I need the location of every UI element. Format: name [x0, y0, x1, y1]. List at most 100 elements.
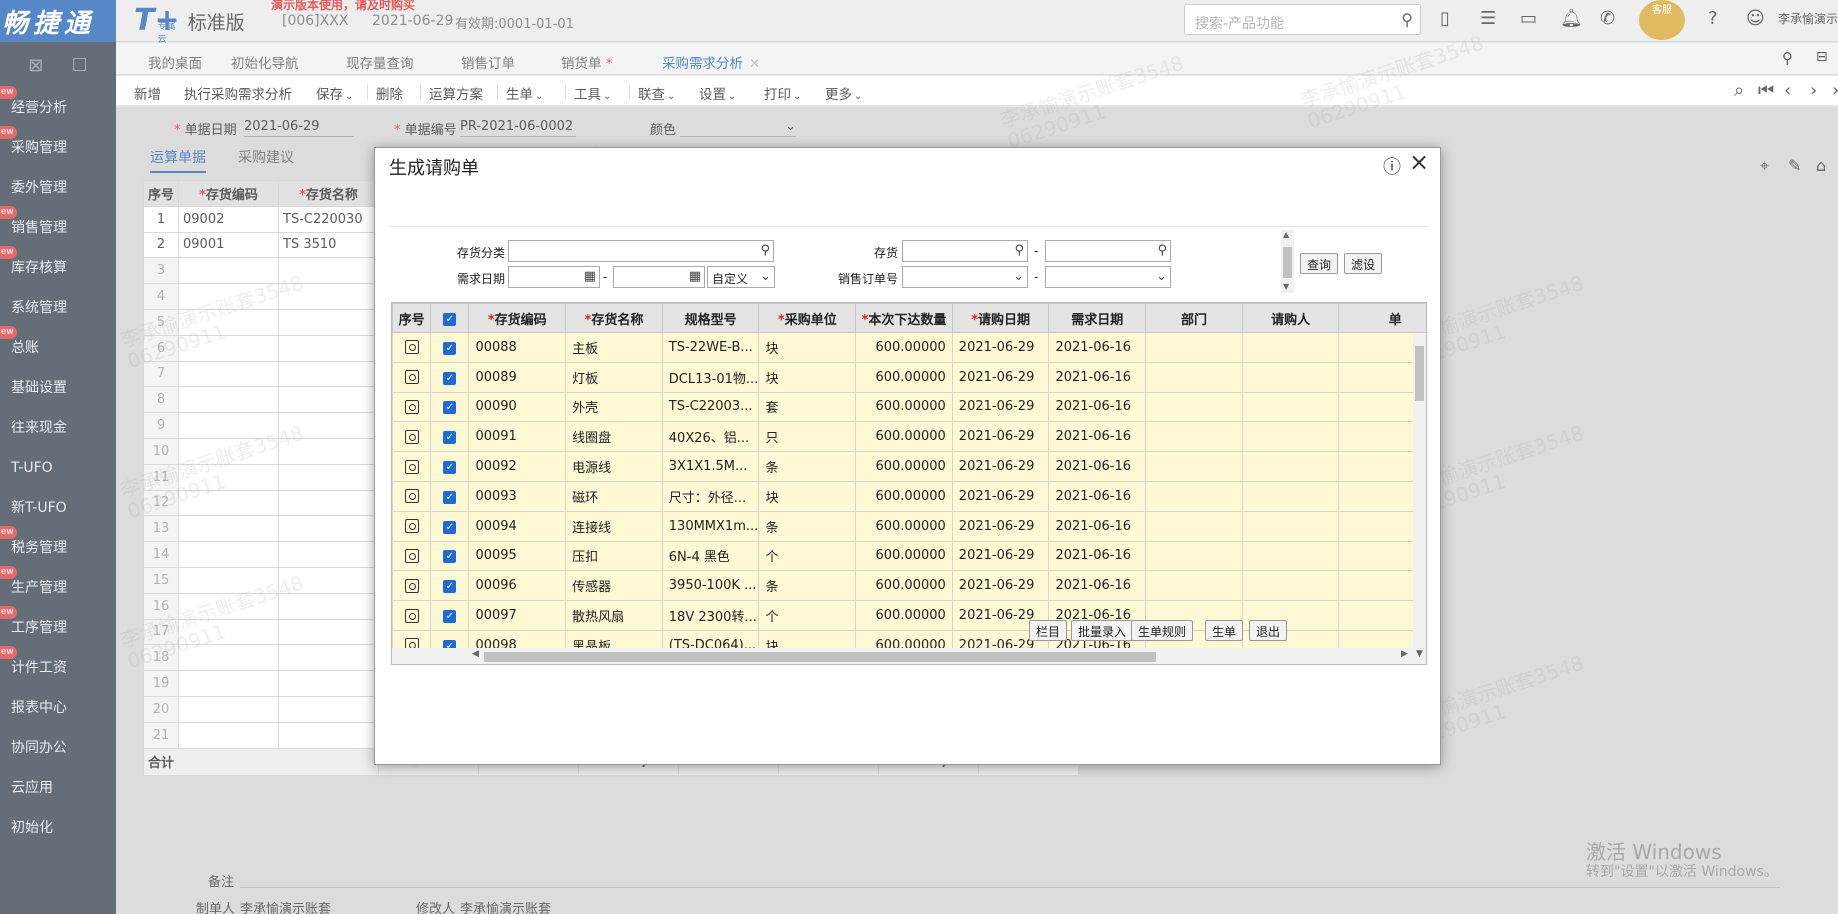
row-checkbox[interactable]: ✓ [443, 580, 457, 594]
spec-cell[interactable]: 尺寸：外径... [661, 480, 760, 512]
filter-scrollbar[interactable]: ▲ ▼ [1281, 230, 1294, 293]
row-action-cell[interactable] [392, 332, 432, 363]
need-date-cell[interactable]: 2021-06-16 [1048, 421, 1147, 453]
item-name-cell[interactable]: 灯板 [565, 361, 663, 393]
query-button[interactable]: 查询 [1300, 253, 1339, 274]
requester-cell[interactable] [1241, 540, 1340, 572]
spec-cell[interactable]: DCL13-01物... [661, 361, 760, 393]
item-code-cell[interactable]: 00088 [468, 332, 567, 363]
row-action-cell[interactable] [392, 510, 432, 542]
close-icon[interactable]: × [1409, 148, 1429, 176]
row-checkbox[interactable]: ✓ [443, 431, 457, 445]
item-from-input[interactable]: ⚲ [902, 240, 1028, 262]
scroll-left-icon[interactable]: ◀ [472, 649, 479, 659]
requester-cell[interactable] [1241, 361, 1340, 393]
quantity-cell[interactable]: 600.00000 [855, 332, 953, 363]
grid-row[interactable]: ✓ 00094 连接线 130MMX1m... 条 600.00000 2021-06-29… [392, 510, 1426, 542]
row-check-cell[interactable]: ✓ [430, 332, 470, 363]
row-checkbox[interactable]: ✓ [443, 401, 457, 415]
req-date-cell[interactable]: 2021-06-29 [951, 540, 1050, 572]
row-detail-icon[interactable] [404, 340, 419, 355]
scroll-right-icon[interactable]: ▶ [1401, 649, 1408, 659]
item-code-cell[interactable]: 00092 [468, 451, 567, 482]
item-name-cell[interactable]: 主板 [565, 332, 663, 363]
row-detail-icon[interactable] [404, 548, 419, 563]
spec-cell[interactable]: 40X26、铝... [661, 421, 760, 453]
col-check[interactable]: ✓ [430, 303, 470, 333]
requester-cell[interactable] [1241, 391, 1340, 423]
item-name-cell[interactable]: 线圈盘 [565, 421, 663, 453]
row-action-cell[interactable] [392, 570, 432, 602]
row-check-cell[interactable]: ✓ [430, 600, 470, 631]
spec-cell[interactable]: 6N-4 黑色 [661, 540, 760, 572]
col-dept[interactable]: 部门 [1145, 303, 1243, 333]
row-detail-icon[interactable] [404, 519, 419, 534]
row-check-cell[interactable]: ✓ [430, 480, 470, 512]
row-checkbox[interactable]: ✓ [443, 520, 457, 534]
need-date-cell[interactable]: 2021-06-16 [1048, 480, 1147, 512]
quantity-cell[interactable]: 600.00000 [855, 391, 953, 423]
row-detail-icon[interactable] [404, 489, 419, 504]
quantity-cell[interactable]: 600.00000 [855, 421, 953, 453]
row-action-cell[interactable] [392, 421, 432, 453]
search-icon[interactable]: ⚲ [1014, 243, 1024, 258]
item-code-cell[interactable]: 00095 [468, 540, 567, 572]
dept-cell[interactable] [1145, 361, 1243, 393]
req-date-cell[interactable]: 2021-06-29 [951, 480, 1050, 512]
row-checkbox[interactable]: ✓ [443, 371, 457, 385]
exit-button[interactable]: 退出 [1249, 620, 1288, 641]
select-all-checkbox[interactable]: ✓ [443, 312, 457, 326]
grid-row[interactable]: ✓ 00093 磁环 尺寸：外径... 块 600.00000 2021-06-29 2021… [392, 480, 1426, 512]
unit-cell[interactable]: 套 [758, 391, 857, 423]
row-action-cell[interactable] [392, 600, 432, 631]
row-checkbox[interactable]: ✓ [443, 610, 457, 624]
col-req-date[interactable]: *请购日期 [951, 303, 1050, 333]
row-check-cell[interactable]: ✓ [430, 391, 470, 423]
spec-cell[interactable]: 18V 2300转... [661, 600, 760, 631]
search-icon[interactable]: ⚲ [1157, 243, 1167, 258]
item-code-cell[interactable]: 00097 [468, 600, 567, 631]
row-detail-icon[interactable] [404, 429, 419, 444]
requester-cell[interactable] [1241, 570, 1340, 602]
unit-cell[interactable]: 块 [758, 332, 857, 363]
row-detail-icon[interactable] [404, 578, 419, 593]
need-date-cell[interactable]: 2021-06-16 [1048, 570, 1147, 602]
item-name-cell[interactable]: 连接线 [565, 510, 663, 542]
quantity-cell[interactable]: 600.00000 [855, 510, 953, 542]
spec-cell[interactable]: TS-22WE-B... [661, 332, 760, 363]
row-detail-icon[interactable] [404, 370, 419, 385]
item-code-cell[interactable]: 00096 [468, 570, 567, 602]
need-date-cell[interactable]: 2021-06-16 [1048, 510, 1147, 542]
item-to-input[interactable]: ⚲ [1045, 240, 1171, 262]
col-qty[interactable]: *本次下达数量 [855, 303, 953, 333]
req-date-cell[interactable]: 2021-06-29 [951, 332, 1050, 363]
spec-cell[interactable]: 3X1X1.5M... [661, 451, 760, 482]
dept-cell[interactable] [1145, 391, 1243, 423]
unit-cell[interactable]: 条 [758, 570, 857, 602]
grid-row[interactable]: ✓ 00089 灯板 DCL13-01物... 块 600.00000 2021-06-29… [392, 361, 1426, 393]
help-icon[interactable]: ⓘ [1383, 153, 1401, 179]
item-name-cell[interactable]: 压扣 [565, 540, 663, 572]
row-action-cell[interactable] [392, 540, 432, 572]
req-date-cell[interactable]: 2021-06-29 [951, 421, 1050, 453]
grid-row[interactable]: ✓ 00095 压扣 6N-4 黑色个 600.00000 2021-06-29 2021-… [392, 540, 1426, 572]
req-date-cell[interactable]: 2021-06-29 [951, 510, 1050, 542]
spec-cell[interactable]: 130MMX1m... [661, 510, 760, 542]
dept-cell[interactable] [1145, 421, 1243, 453]
dept-cell[interactable] [1145, 510, 1243, 542]
req-date-cell[interactable]: 2021-06-29 [951, 391, 1050, 423]
quantity-cell[interactable]: 600.00000 [855, 451, 953, 482]
row-detail-icon[interactable] [404, 459, 419, 474]
row-check-cell[interactable]: ✓ [430, 510, 470, 542]
row-check-cell[interactable]: ✓ [430, 361, 470, 393]
dept-cell[interactable] [1145, 332, 1243, 363]
unit-cell[interactable]: 个 [758, 600, 857, 631]
generate-button[interactable]: 生单 [1205, 620, 1244, 641]
unit-cell[interactable]: 只 [758, 421, 857, 453]
demand-date-from[interactable]: ▦ [508, 266, 600, 288]
row-check-cell[interactable]: ✓ [430, 451, 470, 482]
so-to-select[interactable]: ⌄ [1045, 266, 1171, 288]
grid-row[interactable]: ✓ 00088 主板 TS-22WE-B... 块 600.00000 2021-06-29… [392, 332, 1426, 363]
requester-cell[interactable] [1241, 421, 1340, 453]
col-item-code[interactable]: *存货编码 [468, 303, 567, 333]
